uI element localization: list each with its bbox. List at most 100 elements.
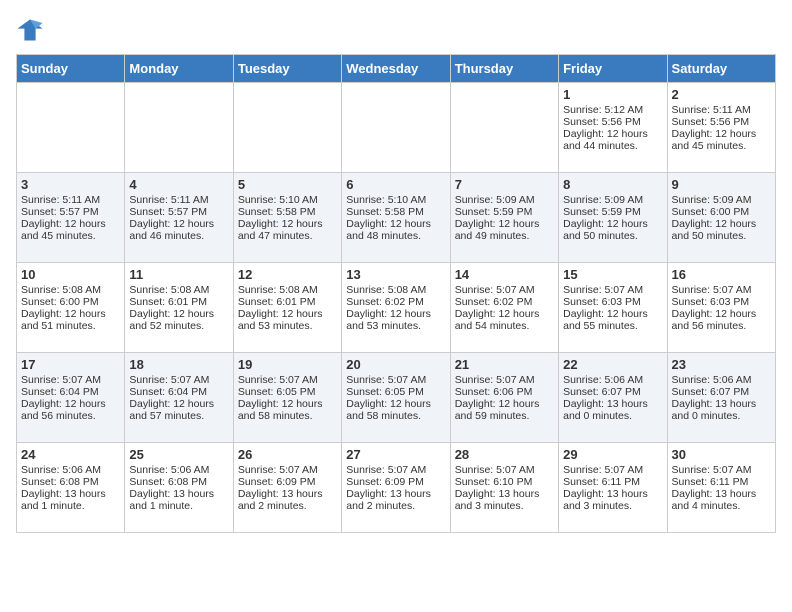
day-number: 9 [672,177,771,192]
day-number: 6 [346,177,445,192]
day-number: 25 [129,447,228,462]
day-number: 24 [21,447,120,462]
calendar-cell [450,83,558,173]
calendar-cell: 11Sunrise: 5:08 AMSunset: 6:01 PMDayligh… [125,263,233,353]
calendar-cell: 27Sunrise: 5:07 AMSunset: 6:09 PMDayligh… [342,443,450,533]
day-info: Sunset: 5:57 PM [129,206,228,218]
day-info: Daylight: 12 hours [672,218,771,230]
col-header-wednesday: Wednesday [342,55,450,83]
day-info: Sunrise: 5:06 AM [563,374,662,386]
day-info: Daylight: 12 hours [21,218,120,230]
day-info: and 57 minutes. [129,410,228,422]
day-info: Daylight: 13 hours [563,488,662,500]
day-info: and 3 minutes. [455,500,554,512]
day-info: and 53 minutes. [238,320,337,332]
day-info: Sunset: 6:05 PM [238,386,337,398]
calendar-cell: 21Sunrise: 5:07 AMSunset: 6:06 PMDayligh… [450,353,558,443]
day-info: Daylight: 12 hours [346,218,445,230]
day-info: Sunset: 6:04 PM [21,386,120,398]
day-info: Sunrise: 5:06 AM [129,464,228,476]
day-info: Sunrise: 5:07 AM [455,374,554,386]
day-number: 16 [672,267,771,282]
calendar-cell: 4Sunrise: 5:11 AMSunset: 5:57 PMDaylight… [125,173,233,263]
day-info: and 0 minutes. [672,410,771,422]
day-number: 10 [21,267,120,282]
day-info: Sunset: 6:09 PM [238,476,337,488]
col-header-thursday: Thursday [450,55,558,83]
calendar-cell: 28Sunrise: 5:07 AMSunset: 6:10 PMDayligh… [450,443,558,533]
day-info: and 1 minute. [21,500,120,512]
calendar-cell: 5Sunrise: 5:10 AMSunset: 5:58 PMDaylight… [233,173,341,263]
calendar-cell: 26Sunrise: 5:07 AMSunset: 6:09 PMDayligh… [233,443,341,533]
day-info: Sunrise: 5:07 AM [346,374,445,386]
calendar-cell: 3Sunrise: 5:11 AMSunset: 5:57 PMDaylight… [17,173,125,263]
calendar-cell: 20Sunrise: 5:07 AMSunset: 6:05 PMDayligh… [342,353,450,443]
day-info: Daylight: 12 hours [129,308,228,320]
calendar-cell: 15Sunrise: 5:07 AMSunset: 6:03 PMDayligh… [559,263,667,353]
day-info: Sunset: 6:08 PM [129,476,228,488]
day-info: Sunrise: 5:11 AM [672,104,771,116]
day-info: Sunset: 6:04 PM [129,386,228,398]
day-info: Sunset: 6:07 PM [563,386,662,398]
page-header [16,16,776,44]
calendar-cell: 9Sunrise: 5:09 AMSunset: 6:00 PMDaylight… [667,173,775,263]
day-info: Sunrise: 5:10 AM [238,194,337,206]
day-info: and 4 minutes. [672,500,771,512]
day-info: Sunset: 6:01 PM [238,296,337,308]
day-number: 21 [455,357,554,372]
day-info: Sunrise: 5:08 AM [129,284,228,296]
day-info: and 56 minutes. [672,320,771,332]
day-info: Sunrise: 5:09 AM [672,194,771,206]
day-info: and 50 minutes. [672,230,771,242]
day-info: Sunrise: 5:11 AM [21,194,120,206]
day-info: Daylight: 12 hours [672,128,771,140]
day-number: 8 [563,177,662,192]
calendar-cell: 29Sunrise: 5:07 AMSunset: 6:11 PMDayligh… [559,443,667,533]
day-info: Daylight: 12 hours [238,398,337,410]
day-info: Sunrise: 5:08 AM [346,284,445,296]
day-number: 17 [21,357,120,372]
day-info: Sunrise: 5:07 AM [129,374,228,386]
day-info: Sunset: 6:03 PM [672,296,771,308]
day-number: 1 [563,87,662,102]
day-info: Sunrise: 5:06 AM [672,374,771,386]
day-info: Daylight: 13 hours [455,488,554,500]
day-number: 4 [129,177,228,192]
day-info: Sunset: 5:58 PM [346,206,445,218]
day-info: and 48 minutes. [346,230,445,242]
day-info: Sunset: 6:06 PM [455,386,554,398]
day-info: Sunset: 6:02 PM [455,296,554,308]
day-info: Sunset: 5:57 PM [21,206,120,218]
day-info: and 3 minutes. [563,500,662,512]
calendar-cell: 19Sunrise: 5:07 AMSunset: 6:05 PMDayligh… [233,353,341,443]
day-info: and 1 minute. [129,500,228,512]
day-number: 26 [238,447,337,462]
day-number: 13 [346,267,445,282]
day-info: Sunrise: 5:09 AM [455,194,554,206]
day-info: Daylight: 12 hours [346,308,445,320]
day-number: 7 [455,177,554,192]
day-info: Daylight: 13 hours [672,488,771,500]
day-info: Daylight: 12 hours [672,308,771,320]
day-number: 19 [238,357,337,372]
col-header-saturday: Saturday [667,55,775,83]
day-info: Daylight: 12 hours [238,218,337,230]
calendar-cell: 16Sunrise: 5:07 AMSunset: 6:03 PMDayligh… [667,263,775,353]
day-info: Sunset: 6:11 PM [563,476,662,488]
day-info: Daylight: 12 hours [21,398,120,410]
day-info: and 45 minutes. [672,140,771,152]
day-info: Sunrise: 5:07 AM [455,464,554,476]
day-number: 27 [346,447,445,462]
calendar-table: SundayMondayTuesdayWednesdayThursdayFrid… [16,54,776,533]
col-header-sunday: Sunday [17,55,125,83]
day-info: Daylight: 12 hours [455,218,554,230]
day-info: and 52 minutes. [129,320,228,332]
day-info: Daylight: 12 hours [455,308,554,320]
day-info: and 56 minutes. [21,410,120,422]
day-info: Daylight: 12 hours [129,218,228,230]
day-info: and 2 minutes. [346,500,445,512]
day-info: and 0 minutes. [563,410,662,422]
day-number: 20 [346,357,445,372]
day-info: Sunrise: 5:07 AM [346,464,445,476]
day-info: Sunrise: 5:12 AM [563,104,662,116]
